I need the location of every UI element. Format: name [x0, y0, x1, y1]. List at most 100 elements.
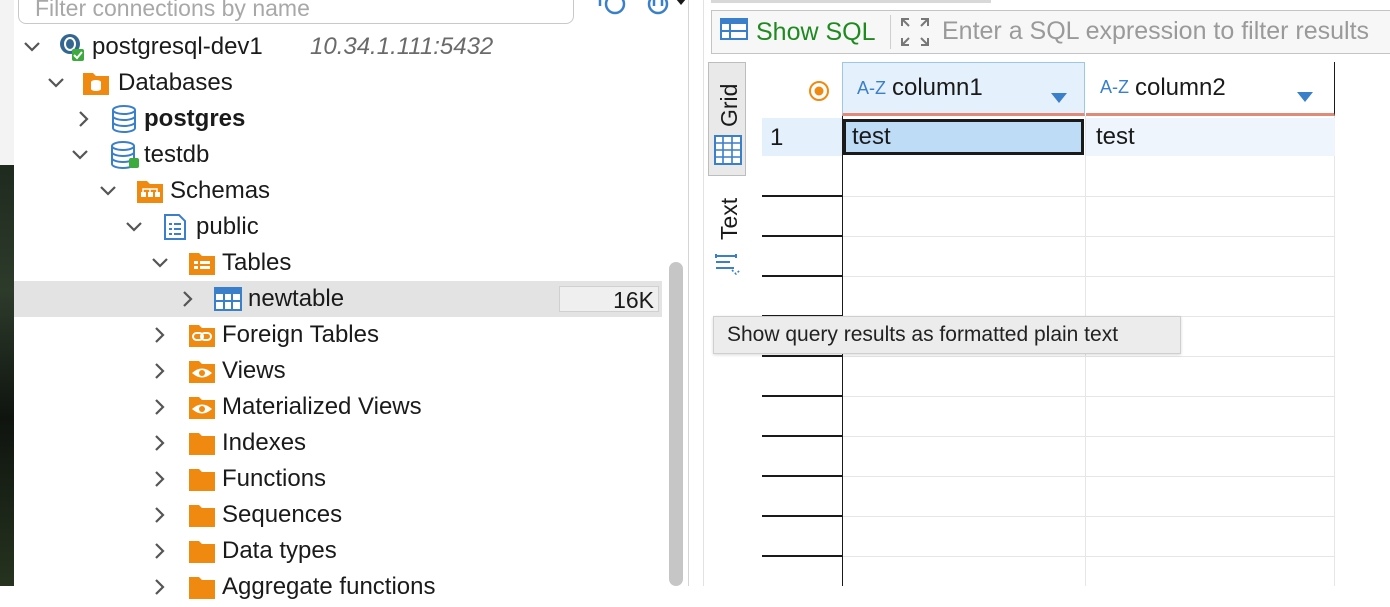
table-icon	[720, 17, 748, 48]
folder-icon	[188, 430, 216, 458]
database-connected-icon	[110, 141, 139, 169]
tables-label: Tables	[222, 249, 292, 276]
tab-grid-label: Grid	[716, 83, 742, 127]
foreign-tables-folder-icon	[188, 322, 216, 350]
expand-editor-icon[interactable]	[900, 17, 930, 52]
schema-icon	[162, 213, 190, 241]
new-connection-icon[interactable]	[596, 0, 628, 25]
postgresql-elephant-icon	[58, 33, 86, 61]
tree-item-schema-public[interactable]: public	[14, 209, 662, 245]
folder-icon	[188, 502, 216, 530]
chevron-down-icon[interactable]	[98, 181, 118, 201]
panel-divider[interactable]	[688, 0, 689, 586]
string-type-icon: A-Z	[1100, 77, 1129, 97]
column-header-column2[interactable]: A-Z column2	[1086, 62, 1335, 116]
databases-label: Databases	[118, 69, 233, 96]
navigator-scrollbar[interactable]	[669, 262, 683, 586]
text-format-icon	[714, 252, 742, 285]
show-sql-button[interactable]: Show SQL	[720, 17, 876, 47]
connect-dropdown-icon[interactable]	[644, 0, 690, 25]
grid-icon	[714, 135, 742, 170]
folder-label: Materialized Views	[222, 393, 422, 420]
panel-divider-inner	[703, 0, 704, 586]
tree-item-table-newtable[interactable]: newtable 16K	[14, 281, 662, 317]
chevron-down-icon[interactable]	[46, 73, 66, 93]
sql-filter-input[interactable]: Enter a SQL expression to filter results	[942, 17, 1369, 46]
results-filter-toolbar: Show SQL Enter a SQL expression to filte…	[711, 10, 1390, 54]
chevron-right-icon[interactable]	[150, 541, 170, 561]
chevron-right-icon[interactable]	[150, 505, 170, 525]
tree-item-tables[interactable]: Tables	[14, 245, 662, 281]
folder-label: Data types	[222, 537, 337, 564]
table-cell-selected[interactable]: test	[843, 119, 1084, 155]
chevron-right-icon[interactable]	[150, 361, 170, 381]
chevron-right-icon[interactable]	[178, 289, 198, 309]
folder-label: Indexes	[222, 429, 307, 456]
chevron-right-icon[interactable]	[150, 433, 170, 453]
toolbar-separator	[890, 15, 891, 49]
table-icon	[214, 287, 242, 315]
materialized-views-folder-icon	[188, 394, 216, 422]
filter-connections-input[interactable]	[19, 0, 555, 22]
tree-item-aggregate-functions[interactable]: Aggregate functions	[14, 569, 662, 605]
folder-label: Views	[222, 357, 286, 384]
column-name: column1	[892, 74, 983, 101]
chevron-down-icon[interactable]	[22, 37, 42, 57]
chevron-right-icon[interactable]	[74, 109, 94, 129]
tree-item-foreign-tables[interactable]: Foreign Tables	[14, 317, 662, 353]
databases-folder-icon	[82, 70, 110, 98]
filter-connections-box[interactable]	[18, 0, 574, 24]
row-number[interactable]: 1	[762, 118, 842, 156]
table-row[interactable]: 1 test test	[762, 118, 1335, 156]
views-folder-icon	[188, 358, 216, 386]
schemas-label: Schemas	[170, 177, 271, 204]
db-testdb-label: testdb	[144, 141, 210, 168]
folder-label: Sequences	[222, 501, 343, 528]
folder-label: Functions	[222, 465, 327, 492]
column-header-column1[interactable]: A-Z column1	[842, 62, 1085, 116]
chevron-right-icon[interactable]	[150, 397, 170, 417]
connection-name: postgresql-dev1	[92, 33, 263, 60]
tree-item-sequences[interactable]: Sequences	[14, 497, 662, 533]
tree-item-databases[interactable]: Databases	[14, 65, 662, 101]
tab-text[interactable]: Text	[708, 180, 746, 290]
tree-item-schemas[interactable]: Schemas	[14, 173, 662, 209]
column-name: column2	[1135, 73, 1226, 101]
folder-icon	[188, 538, 216, 566]
tree-item-materialized-views[interactable]: Materialized Views	[14, 389, 662, 425]
folder-label: Aggregate functions	[222, 573, 436, 600]
table-cell[interactable]: test	[1086, 118, 1335, 156]
tree-item-connection[interactable]: postgresql-dev1 10.34.1.111:5432	[14, 29, 662, 65]
folder-icon	[188, 574, 216, 602]
sort-dropdown-icon[interactable]	[1050, 83, 1068, 111]
chevron-right-icon[interactable]	[150, 577, 170, 597]
tree-item-indexes[interactable]: Indexes	[14, 425, 662, 461]
tree-item-data-types[interactable]: Data types	[14, 533, 662, 569]
database-icon	[110, 105, 138, 133]
connection-host: 10.34.1.111:5432	[310, 33, 494, 60]
tooltip: Show query results as formatted plain te…	[713, 316, 1181, 354]
chevron-down-icon[interactable]	[124, 217, 144, 237]
sort-dropdown-icon[interactable]	[1296, 82, 1314, 110]
table-size-badge: 16K	[559, 286, 659, 313]
show-sql-label: Show SQL	[756, 17, 876, 46]
tab-grid[interactable]: Grid	[708, 62, 746, 176]
chevron-right-icon[interactable]	[150, 469, 170, 489]
folder-icon	[188, 466, 216, 494]
tree-item-db-postgres[interactable]: postgres	[14, 101, 662, 137]
folder-label: Foreign Tables	[222, 321, 379, 348]
select-all-icon[interactable]	[808, 80, 830, 107]
tables-folder-icon	[188, 250, 216, 278]
table-newtable-label: newtable	[248, 285, 345, 312]
string-type-icon: A-Z	[857, 77, 886, 98]
tree-item-views[interactable]: Views	[14, 353, 662, 389]
tree-item-db-testdb[interactable]: testdb	[14, 137, 662, 173]
chevron-right-icon[interactable]	[150, 325, 170, 345]
chevron-down-icon[interactable]	[70, 145, 90, 165]
db-postgres-label: postgres	[144, 105, 246, 132]
chevron-down-icon[interactable]	[150, 253, 170, 273]
schemas-folder-icon	[136, 178, 164, 206]
desktop-background	[0, 0, 14, 586]
tree-item-functions[interactable]: Functions	[14, 461, 662, 497]
schema-public-label: public	[196, 213, 259, 240]
